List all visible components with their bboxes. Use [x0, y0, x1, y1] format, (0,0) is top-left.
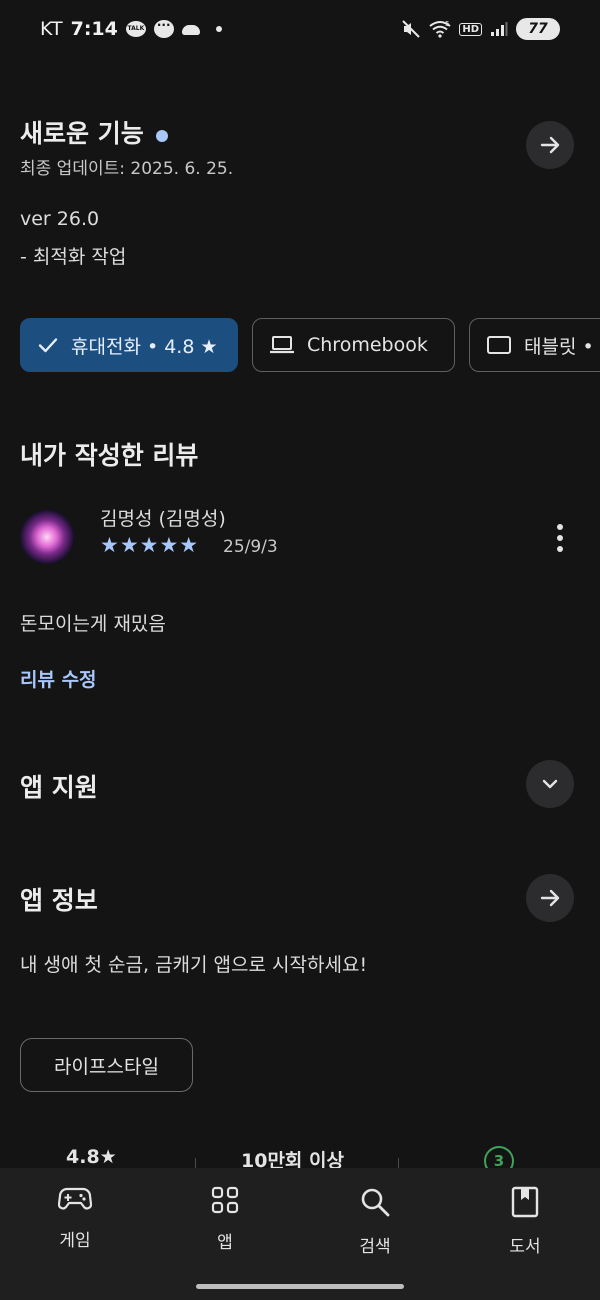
device-chip-tablet[interactable]: 태블릿 • 4 [469, 318, 600, 372]
status-right: 5 HD 77 [401, 18, 560, 40]
stat-rating: 4.8★ [66, 1146, 117, 1168]
review-more-options-button[interactable] [540, 518, 580, 558]
review-author: 김명성 (김명성) [100, 508, 226, 530]
avatar [20, 510, 74, 564]
category-tag-label: 라이프스타일 [54, 1055, 159, 1078]
edit-review-link[interactable]: 리뷰 수정 [20, 665, 97, 692]
whats-new-title: 새로운 기능 [20, 119, 144, 148]
review-stars: ★★★★★ [100, 533, 200, 557]
chevron-down-icon [542, 779, 558, 789]
nav-item-books[interactable]: 도서 [470, 1186, 580, 1257]
category-tag-button[interactable]: 라이프스타일 [20, 1038, 193, 1092]
home-indicator[interactable] [196, 1284, 404, 1289]
gamepad-icon [58, 1187, 92, 1210]
my-review-title: 내가 작성한 리뷰 [20, 441, 199, 470]
cell-signal-icon [491, 22, 508, 36]
arrow-right-icon [540, 889, 560, 907]
cloud-notification-icon [181, 25, 200, 35]
update-note: - 최적화 작업 [20, 246, 127, 268]
hd-voice-icon: HD [459, 22, 482, 36]
app-info-title: 앱 정보 [20, 886, 98, 915]
nav-item-search[interactable]: 검색 [320, 1186, 430, 1257]
new-indicator-dot [155, 129, 168, 142]
wifi-icon: 5 [429, 20, 451, 38]
status-bar: KT 7:14 TALK 5 HD 77 [0, 0, 600, 62]
laptop-icon [270, 336, 294, 354]
book-icon [511, 1186, 539, 1218]
check-icon [38, 338, 58, 353]
device-chip-label: 태블릿 • 4 [524, 335, 600, 358]
bottom-navigation: 게임 앱 검색 도서 [0, 1168, 600, 1300]
app-info-arrow-button[interactable] [526, 874, 574, 922]
battery-indicator: 77 [516, 18, 560, 40]
nav-label-apps: 앱 [217, 1233, 233, 1253]
signal-strength-label: 5 [445, 20, 449, 28]
mute-icon [402, 20, 421, 38]
nav-label-search: 검색 [359, 1237, 391, 1257]
arrow-right-icon [540, 136, 560, 154]
app-support-title: 앱 지원 [20, 773, 98, 802]
carrier-label: KT [40, 18, 63, 40]
device-chip-label: Chromebook [307, 334, 428, 356]
whats-new-header: 새로운 기능 [20, 114, 168, 150]
clock: 7:14 [70, 18, 118, 40]
app-support-expand-button[interactable] [526, 760, 574, 808]
app-description: 내 생애 첫 순금, 금캐기 앱으로 시작하세요! [20, 954, 368, 976]
search-icon [361, 1188, 390, 1217]
nav-label-books: 도서 [509, 1237, 541, 1257]
review-date: 25/9/3 [223, 537, 278, 557]
device-chip-chromebook[interactable]: Chromebook [252, 318, 455, 372]
nav-item-apps[interactable]: 앱 [170, 1186, 280, 1253]
device-chip-phone[interactable]: 휴대전화 • 4.8 ★ [20, 318, 238, 372]
last-updated: 최종 업데이트: 2025. 6. 25. [20, 159, 234, 179]
nav-label-games: 게임 [59, 1231, 91, 1251]
nav-item-games[interactable]: 게임 [20, 1186, 130, 1251]
kakaotalk-notification-icon: TALK [125, 21, 146, 37]
review-text: 돈모이는게 재밌음 [20, 613, 166, 635]
whats-new-arrow-button[interactable] [526, 121, 574, 169]
tablet-icon [487, 336, 511, 354]
apps-grid-icon [211, 1186, 239, 1214]
message-notification-icon [153, 18, 174, 38]
more-notifications-dot-icon [215, 26, 222, 32]
more-vert-icon [557, 524, 563, 552]
version-text: ver 26.0 [20, 208, 100, 230]
status-left: KT 7:14 TALK [40, 18, 222, 40]
device-chip-label: 휴대전화 • 4.8 ★ [71, 335, 218, 358]
